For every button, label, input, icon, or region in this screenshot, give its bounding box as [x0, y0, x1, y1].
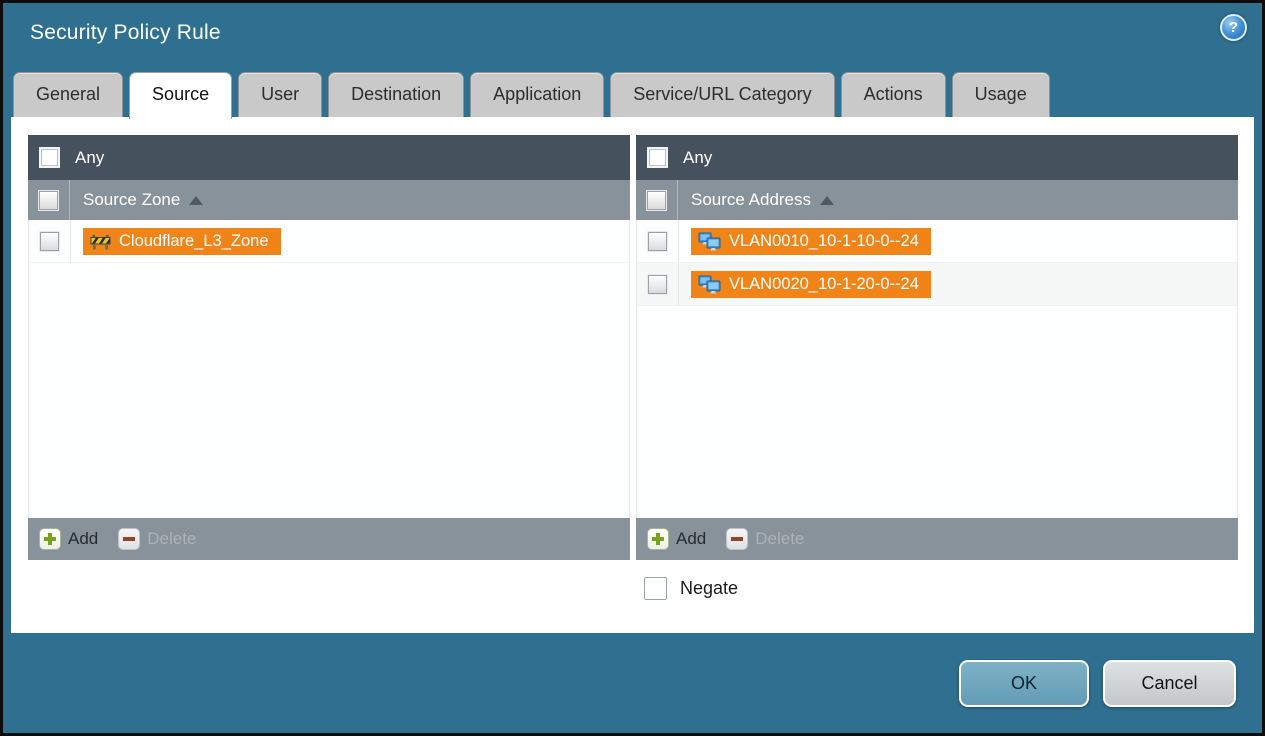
tab-user[interactable]: User	[238, 72, 323, 117]
add-icon	[39, 528, 61, 550]
sort-ascending-icon	[820, 195, 835, 205]
tab-usage[interactable]: Usage	[951, 72, 1050, 117]
security-policy-rule-dialog: Security Policy Rule ? General Source Us…	[0, 0, 1265, 736]
source-zone-select-all-checkbox[interactable]	[39, 190, 58, 210]
tab-application[interactable]: Application	[470, 72, 605, 117]
source-address-column-header[interactable]: Source Address	[636, 180, 1238, 220]
source-zone-panel: Any Source Zone Cloudflare_L3_Zone Add D…	[28, 135, 630, 560]
tab-bar: General Source User Destination Applicat…	[3, 63, 1262, 119]
row-checkbox[interactable]	[648, 274, 667, 294]
row-checkbox[interactable]	[648, 231, 667, 251]
tab-destination[interactable]: Destination	[328, 72, 465, 117]
address-icon	[698, 275, 721, 294]
address-entry-label: VLAN0010_10-1-10-0--24	[729, 231, 919, 250]
negate-label: Negate	[680, 578, 739, 598]
dialog-titlebar: Security Policy Rule ?	[3, 3, 1262, 63]
row-checkbox[interactable]	[40, 231, 59, 251]
address-entry-label: VLAN0020_10-1-20-0--24	[729, 274, 919, 293]
cancel-button[interactable]: Cancel	[1103, 660, 1236, 707]
source-zone-any-checkbox[interactable]	[39, 147, 60, 168]
source-zone-column-header[interactable]: Source Zone	[28, 180, 630, 220]
source-address-select-all-checkbox[interactable]	[647, 190, 666, 210]
negate-checkbox[interactable]	[644, 577, 667, 600]
source-zone-toolbar: Add Delete	[28, 518, 630, 560]
delete-zone-button[interactable]: Delete	[118, 528, 196, 550]
dialog-footer: OK Cancel	[3, 633, 1262, 733]
source-zone-list: Cloudflare_L3_Zone	[28, 220, 630, 518]
help-icon[interactable]: ?	[1220, 14, 1247, 41]
source-tab-content: Any Source Zone Cloudflare_L3_Zone Add D…	[11, 117, 1254, 633]
delete-icon	[726, 528, 749, 550]
add-address-button[interactable]: Add	[647, 528, 706, 550]
source-address-column-label: Source Address	[691, 190, 812, 209]
delete-icon	[118, 528, 141, 550]
source-address-any-checkbox[interactable]	[647, 147, 668, 168]
source-address-any-label: Any	[683, 147, 713, 167]
tab-service-url-category[interactable]: Service/URL Category	[610, 72, 835, 117]
dialog-title: Security Policy Rule	[30, 21, 221, 44]
zone-entry-label: Cloudflare_L3_Zone	[119, 231, 269, 250]
source-zone-any-header: Any	[28, 135, 630, 180]
ok-button[interactable]: OK	[959, 660, 1089, 707]
source-address-toolbar: Add Delete	[636, 518, 1238, 560]
address-entry[interactable]: VLAN0020_10-1-20-0--24	[691, 270, 931, 298]
sort-ascending-icon	[189, 195, 204, 205]
add-icon	[647, 528, 669, 550]
table-row[interactable]: Cloudflare_L3_Zone	[29, 220, 629, 263]
zone-icon	[90, 233, 111, 250]
source-zone-column-label: Source Zone	[83, 190, 181, 209]
add-zone-button[interactable]: Add	[39, 528, 98, 550]
zone-entry[interactable]: Cloudflare_L3_Zone	[83, 227, 281, 255]
negate-row: Negate	[644, 577, 1254, 600]
table-row[interactable]: VLAN0020_10-1-20-0--24	[637, 263, 1237, 306]
address-icon	[698, 232, 721, 251]
tab-source[interactable]: Source	[129, 72, 233, 119]
address-entry[interactable]: VLAN0010_10-1-10-0--24	[691, 227, 931, 255]
source-address-panel: Any Source Address VLAN0010_10-1-10-0--2…	[636, 135, 1238, 560]
tab-general[interactable]: General	[13, 72, 124, 117]
source-zone-any-label: Any	[75, 147, 105, 167]
tab-actions[interactable]: Actions	[840, 72, 946, 117]
table-row[interactable]: VLAN0010_10-1-10-0--24	[637, 220, 1237, 263]
source-address-list: VLAN0010_10-1-10-0--24 VLAN0020_10-1-20-…	[636, 220, 1238, 518]
source-address-any-header: Any	[636, 135, 1238, 180]
delete-address-button[interactable]: Delete	[726, 528, 804, 550]
